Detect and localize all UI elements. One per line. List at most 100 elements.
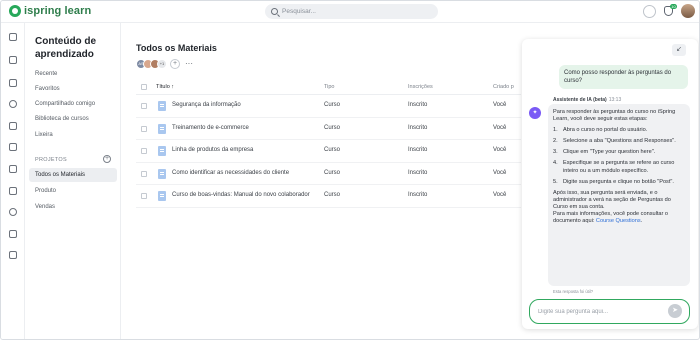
row-enrollment: Inscrito: [408, 102, 428, 108]
row-checkbox[interactable]: [141, 125, 147, 132]
home-icon[interactable]: [9, 33, 17, 41]
badge-icon[interactable]: [9, 187, 17, 195]
steps-list: 1. Abra o curso no portal do usuário. 2. S…: [553, 127, 685, 186]
notification-badge: 10: [670, 4, 677, 9]
list-item: 1. Abra o curso no portal do usuário.: [553, 127, 685, 134]
top-bar: ispring learn Pesquisar... 10: [1, 1, 699, 23]
add-user-button[interactable]: +: [170, 59, 180, 69]
course-doc-icon: [158, 168, 166, 179]
projects-header: PROJETOS: [35, 157, 67, 163]
column-created-by[interactable]: Criado p: [493, 84, 514, 90]
app-window: ispring learn Pesquisar... 10 Conteúdo d…: [0, 0, 700, 340]
row-enrollment: Inscrito: [408, 124, 428, 131]
bot-more: Para mais informações, você pode consult…: [553, 211, 685, 225]
sidebar-item-all-materials[interactable]: Todos os Materiais: [29, 168, 117, 182]
logo[interactable]: ispring learn: [9, 5, 91, 17]
bot-timestamp: 13:13: [608, 97, 622, 103]
search-input[interactable]: Pesquisar...: [265, 4, 438, 19]
select-all-checkbox[interactable]: [141, 84, 147, 90]
shared-users[interactable]: AS +1 + ···: [136, 59, 193, 69]
avatar-more: +1: [157, 59, 167, 69]
calendar-icon[interactable]: [9, 56, 17, 64]
sidebar-item-trash[interactable]: Lixeira: [29, 128, 117, 142]
collapse-panel-button[interactable]: ↙: [672, 44, 686, 56]
table-row[interactable]: Segurança da informação Curso Inscrito V…: [136, 95, 521, 118]
bot-header: Assistente de IA (beta) 13:13: [553, 97, 621, 103]
step-text: Digite sua pergunta e clique no botão "P…: [563, 178, 674, 185]
ai-assistant-panel: ↙ Como posso responder às perguntas do c…: [522, 39, 698, 329]
column-title[interactable]: Título ↑: [156, 84, 174, 90]
person-search-icon[interactable]: [9, 208, 17, 216]
table-row[interactable]: Curso de boas-vindas: Manual do novo col…: [136, 185, 521, 208]
row-title[interactable]: Como identificar as necessidades do clie…: [172, 170, 289, 176]
sidebar-item-course-library[interactable]: Biblioteca de cursos: [29, 112, 117, 126]
row-type: Curso: [324, 192, 341, 198]
sidebar-item-recent[interactable]: Recente: [29, 67, 117, 81]
sidebar-item-product[interactable]: Produto: [29, 184, 117, 198]
row-title[interactable]: Linha de produtos da empresa: [172, 147, 253, 153]
row-enrollment: Inscrito: [408, 147, 428, 153]
bot-after: Após isso, sua pergunta será enviada, e …: [553, 189, 671, 210]
bot-more-end: .: [640, 218, 643, 225]
user-avatar[interactable]: [681, 4, 695, 18]
course-doc-icon: [158, 191, 166, 201]
step-number: 2.: [553, 138, 558, 145]
table-row[interactable]: Como identificar as necessidades do clie…: [136, 163, 521, 185]
sidebar-item-shared[interactable]: Compartilhado comigo: [29, 97, 117, 111]
chart-icon[interactable]: [9, 122, 17, 130]
step-number: 5.: [553, 178, 558, 185]
row-checkbox[interactable]: [141, 193, 147, 199]
table-row[interactable]: Treinamento de e-commerce Curso Inscrito…: [136, 118, 521, 140]
list-item: 2. Selecione a aba "Questions and Respons…: [553, 138, 685, 145]
question-input[interactable]: [538, 306, 658, 317]
table-row[interactable]: Linha de produtos da empresa Curso Inscr…: [136, 140, 521, 163]
step-text: Clique em "Type your question here".: [563, 149, 656, 156]
column-enrollments[interactable]: Inscrições: [408, 84, 433, 90]
clipboard-icon[interactable]: [9, 143, 17, 151]
row-type: Curso: [324, 169, 341, 176]
row-checkbox[interactable]: [141, 170, 147, 177]
list-item: 5. Digite sua pergunta e clique no botão …: [553, 179, 685, 186]
row-type: Curso: [324, 147, 341, 153]
row-type: Curso: [324, 102, 341, 108]
feedback-prompt[interactable]: Esta resposta foi útil?: [553, 289, 593, 294]
row-type: Curso: [324, 124, 341, 131]
table-header: Título ↑ Tipo Inscrições Criado p: [136, 79, 521, 95]
step-number: 3.: [553, 149, 558, 156]
row-created-by: Você: [493, 169, 507, 176]
sidebar-item-favorites[interactable]: Favoritos: [29, 82, 117, 96]
icon-rail: [1, 23, 25, 339]
row-enrollment: Inscrito: [408, 169, 428, 176]
more-options-icon[interactable]: ···: [185, 60, 193, 68]
page-title: Todos os Materiais: [136, 43, 217, 53]
content-sidebar: Conteúdo de aprendizado Recente Favorito…: [25, 23, 121, 339]
course-doc-icon: [158, 123, 166, 134]
materials-table: Título ↑ Tipo Inscrições Criado p Segura…: [136, 79, 521, 208]
book-icon[interactable]: [9, 79, 17, 87]
step-text: Especifique se a pergunta se refere ao c…: [563, 160, 675, 174]
list-item: 3. Clique em "Type your question here".: [553, 149, 685, 156]
column-type[interactable]: Tipo: [324, 84, 335, 90]
logo-text: ispring learn: [24, 5, 92, 17]
step-text: Selecione a aba "Questions and Responses…: [563, 138, 676, 145]
row-created-by: Você: [493, 102, 507, 108]
comment-icon[interactable]: [9, 165, 17, 173]
sidebar-item-sales[interactable]: Vendas: [29, 200, 117, 214]
settings-sliders-icon[interactable]: [9, 251, 17, 259]
step-number: 4.: [553, 160, 558, 167]
search-placeholder: Pesquisar...: [282, 8, 316, 15]
course-questions-link[interactable]: Course Questions: [596, 218, 641, 224]
chat-input-box[interactable]: ➤: [529, 299, 690, 324]
chat-bubble-icon[interactable]: [643, 5, 656, 18]
step-number: 1.: [553, 127, 558, 134]
add-project-button[interactable]: +: [103, 155, 111, 163]
megaphone-icon[interactable]: [9, 230, 17, 238]
course-doc-icon: [158, 146, 166, 156]
row-title[interactable]: Curso de boas-vindas: Manual do novo col…: [172, 192, 310, 198]
row-title[interactable]: Treinamento de e-commerce: [172, 125, 249, 131]
send-button[interactable]: ➤: [668, 304, 682, 318]
row-checkbox[interactable]: [141, 148, 147, 154]
row-title[interactable]: Segurança da informação: [172, 102, 241, 108]
users-icon[interactable]: [9, 100, 17, 108]
row-checkbox[interactable]: [141, 103, 147, 109]
